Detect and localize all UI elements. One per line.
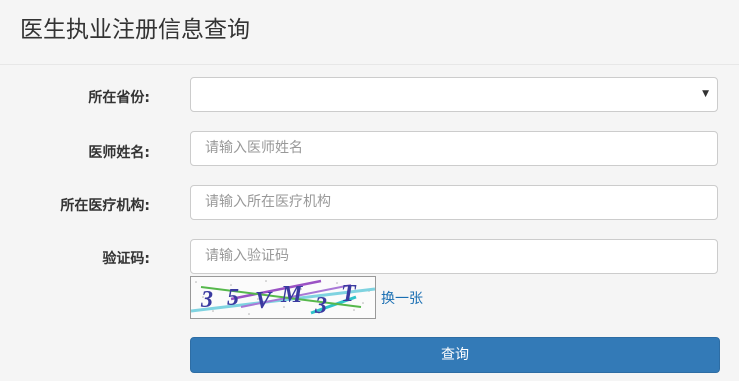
captcha-image[interactable]: 3 5 V M 3 T	[190, 276, 376, 319]
doctor-name-label: 医师姓名:	[88, 145, 150, 161]
province-select[interactable]: ▼	[190, 77, 718, 112]
institution-input[interactable]: 请输入所在医疗机构	[190, 185, 718, 220]
captcha-char-6: T	[341, 281, 357, 307]
search-button[interactable]: 查询	[190, 337, 720, 373]
doctor-name-placeholder: 请输入医师姓名	[205, 140, 303, 156]
captcha-input[interactable]: 请输入验证码	[190, 239, 718, 274]
captcha-char-1: 3	[200, 287, 213, 313]
institution-placeholder: 请输入所在医疗机构	[205, 194, 331, 210]
captcha-char-4: M	[280, 282, 304, 308]
province-label: 所在省份:	[88, 90, 150, 106]
captcha-refresh-link[interactable]: 换一张	[381, 288, 423, 308]
captcha-char-3: V	[255, 288, 273, 314]
institution-label: 所在医疗机构:	[60, 198, 150, 214]
captcha-char-5: 3	[314, 293, 327, 318]
doctor-name-input[interactable]: 请输入医师姓名	[190, 131, 718, 166]
captcha-label: 验证码:	[102, 251, 150, 267]
captcha-char-2: 5	[227, 285, 239, 311]
header-divider	[0, 64, 739, 65]
caret-down-icon: ▼	[702, 89, 709, 99]
captcha-placeholder: 请输入验证码	[205, 248, 289, 264]
page-title: 医生执业注册信息查询	[20, 17, 250, 43]
